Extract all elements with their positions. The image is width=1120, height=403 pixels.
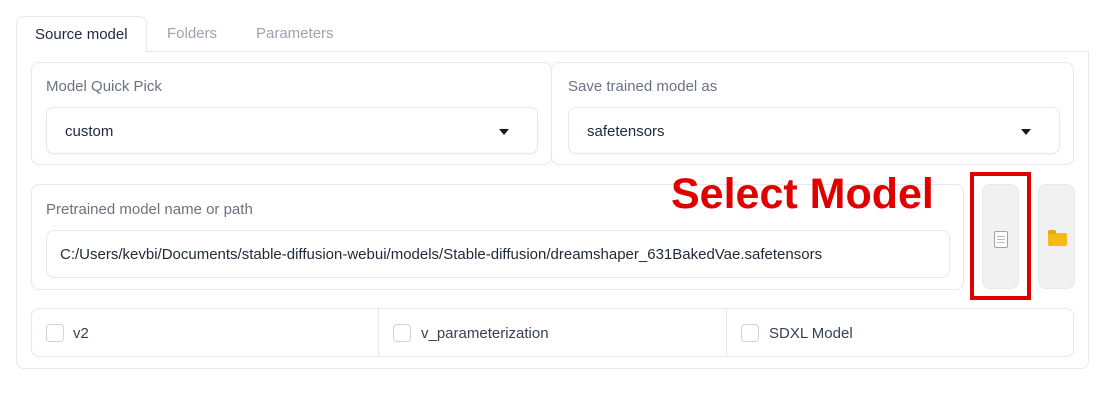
save-as-dropdown[interactable]: safetensors bbox=[568, 107, 1060, 154]
model-quick-pick-block: Model Quick Pick custom bbox=[31, 62, 552, 165]
select-model-annotation: Select Model bbox=[671, 170, 934, 218]
save-as-block: Save trained model as safetensors bbox=[551, 62, 1074, 165]
model-quick-pick-dropdown[interactable]: custom bbox=[46, 107, 538, 154]
v2-option[interactable]: v2 bbox=[32, 309, 378, 356]
select-model-folder-button[interactable] bbox=[1038, 184, 1075, 289]
tab-folders[interactable]: Folders bbox=[167, 16, 217, 52]
v2-label: v2 bbox=[73, 325, 89, 342]
model-options-row: v2 v_parameterization SDXL Model bbox=[31, 308, 1074, 357]
save-as-value: safetensors bbox=[587, 123, 665, 140]
v-parameterization-label: v_parameterization bbox=[421, 325, 549, 342]
chevron-down-icon bbox=[499, 129, 509, 135]
sdxl-model-option[interactable]: SDXL Model bbox=[726, 309, 1073, 356]
pretrained-model-input[interactable]: C:/Users/kevbi/Documents/stable-diffusio… bbox=[46, 230, 950, 278]
chevron-down-icon bbox=[1021, 129, 1031, 135]
v-parameterization-checkbox[interactable] bbox=[393, 324, 411, 342]
annotation-highlight-box bbox=[970, 172, 1031, 300]
v2-checkbox[interactable] bbox=[46, 324, 64, 342]
v-parameterization-option[interactable]: v_parameterization bbox=[378, 309, 726, 356]
sdxl-model-checkbox[interactable] bbox=[741, 324, 759, 342]
model-quick-pick-label: Model Quick Pick bbox=[46, 78, 162, 95]
pretrained-model-value: C:/Users/kevbi/Documents/stable-diffusio… bbox=[60, 246, 823, 263]
folder-icon bbox=[1048, 230, 1067, 246]
tab-parameters[interactable]: Parameters bbox=[256, 16, 334, 52]
save-as-label: Save trained model as bbox=[568, 78, 718, 95]
tab-source-model[interactable]: Source model bbox=[16, 16, 147, 53]
model-quick-pick-value: custom bbox=[65, 123, 114, 140]
pretrained-model-label: Pretrained model name or path bbox=[46, 201, 253, 218]
tab-bar: Source model Folders Parameters bbox=[16, 16, 1089, 53]
sdxl-model-label: SDXL Model bbox=[769, 325, 853, 342]
